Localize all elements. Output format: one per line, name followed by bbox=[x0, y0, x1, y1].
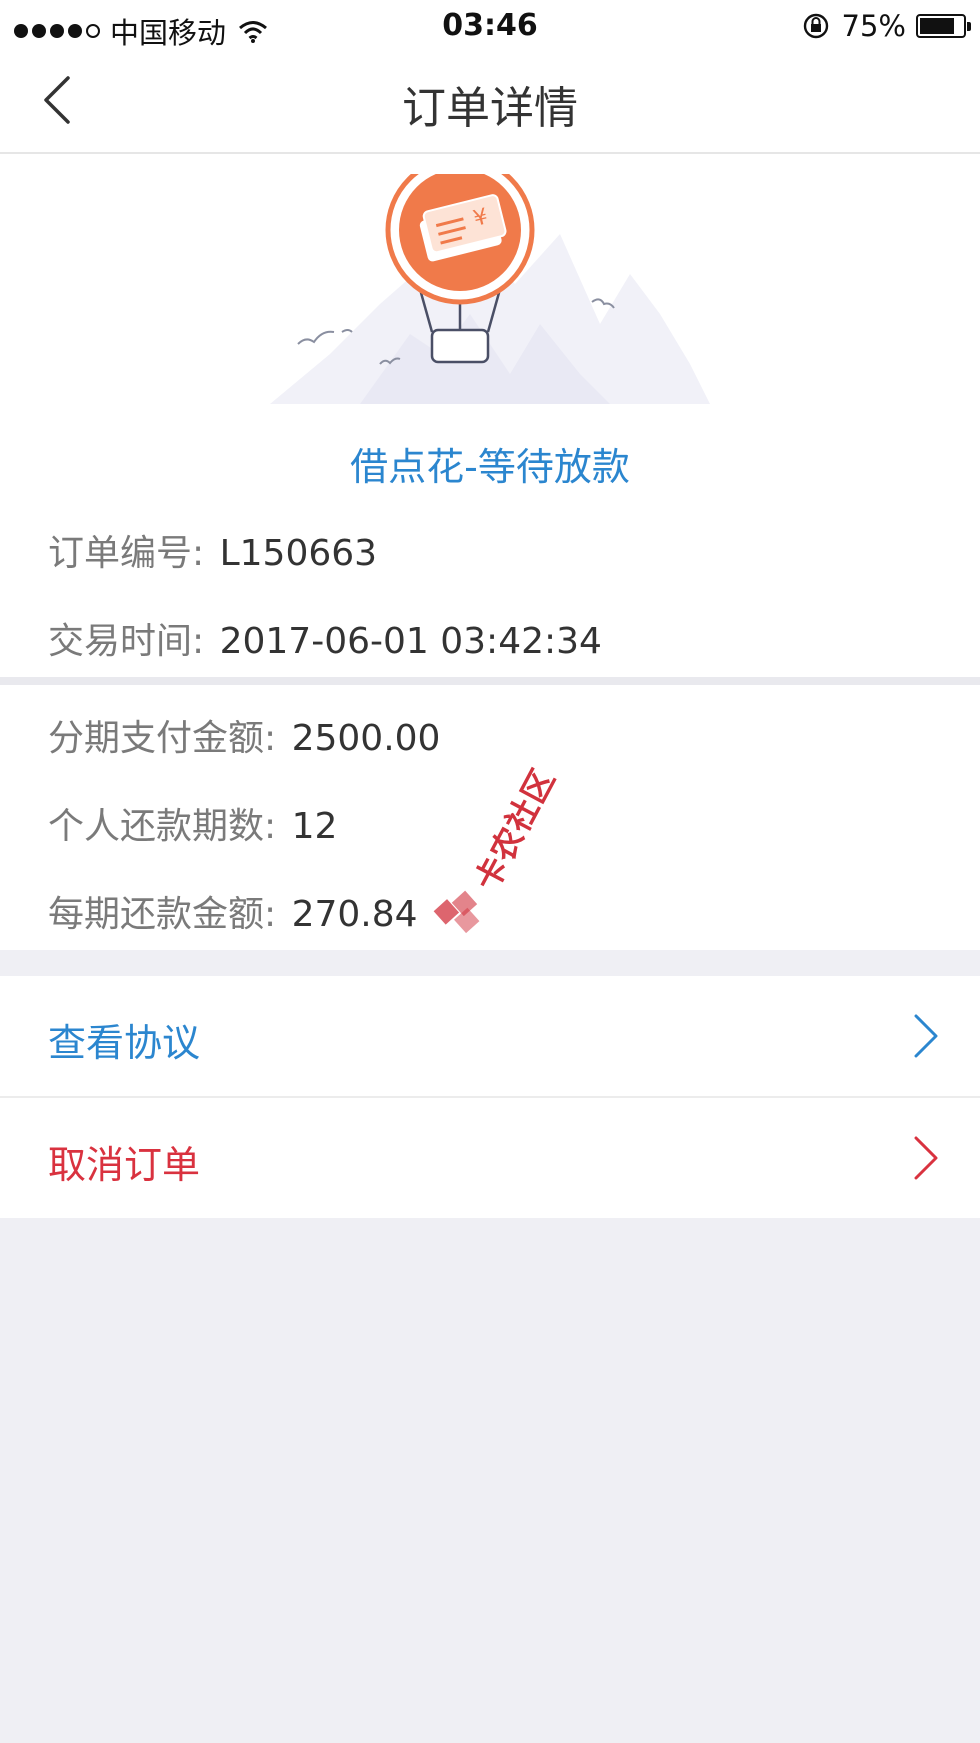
repayment-periods-row: 个人还款期数: 12 bbox=[48, 797, 337, 849]
per-period-amount-label: 每期还款金额: bbox=[48, 894, 277, 935]
status-right: 75% bbox=[802, 9, 971, 43]
battery-percent: 75% bbox=[841, 9, 906, 43]
per-period-amount-row: 每期还款金额: 270.84 bbox=[48, 885, 418, 937]
repayment-periods-label: 个人还款期数: bbox=[48, 806, 277, 847]
rotation-lock-icon bbox=[803, 13, 828, 39]
battery-icon bbox=[916, 14, 971, 38]
repayment-periods-value: 12 bbox=[291, 806, 338, 847]
view-agreement-label: 查看协议 bbox=[48, 1021, 201, 1065]
trade-time-value: 2017-06-01 03:42:34 bbox=[219, 621, 602, 662]
per-period-amount-value: 270.84 bbox=[291, 894, 418, 935]
trade-time-row: 交易时间: 2017-06-01 03:42:34 bbox=[48, 612, 602, 664]
order-number-label: 订单编号: bbox=[48, 533, 205, 574]
action-list: 查看协议 取消订单 bbox=[0, 976, 980, 1218]
page-title: 订单详情 bbox=[402, 83, 578, 134]
watermark-text: 卡农社区 bbox=[467, 762, 563, 897]
cancel-order-row[interactable]: 取消订单 bbox=[0, 1098, 980, 1218]
installment-amount-row: 分期支付金额: 2500.00 bbox=[48, 709, 440, 761]
status-bar: 中国移动 03:46 75% bbox=[0, 0, 980, 50]
hot-air-balloon-money-icon: ¥ bbox=[270, 174, 710, 404]
view-agreement-row[interactable]: 查看协议 bbox=[0, 976, 980, 1098]
installment-amount-label: 分期支付金额: bbox=[48, 718, 277, 759]
order-number-row: 订单编号: L150663 bbox=[48, 524, 377, 576]
order-header-card: ¥ 借点花-等待放款 订单编号: L150663 交易时间: 2017-06-0… bbox=[0, 154, 980, 685]
trade-time-label: 交易时间: bbox=[48, 621, 205, 662]
chevron-right-icon bbox=[914, 1014, 938, 1058]
order-status-title: 借点花-等待放款 bbox=[350, 445, 630, 489]
chevron-right-icon bbox=[914, 1136, 938, 1180]
nav-bar: 订单详情 bbox=[0, 50, 980, 154]
installment-amount-value: 2500.00 bbox=[291, 718, 441, 759]
order-number-value: L150663 bbox=[219, 533, 378, 574]
cancel-order-label: 取消订单 bbox=[48, 1143, 201, 1187]
